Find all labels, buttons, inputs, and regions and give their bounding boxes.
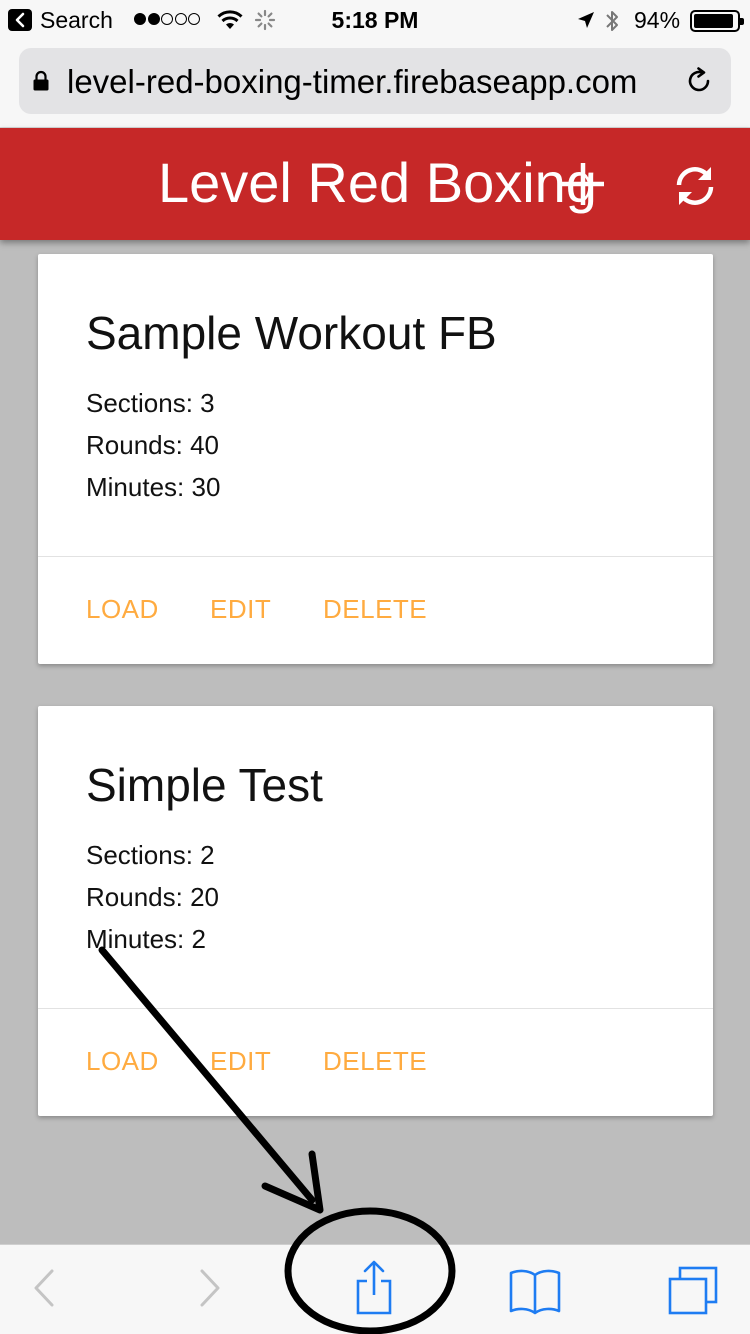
workout-card: Sample Workout FB Sections: 3 Rounds: 40… [38,254,713,664]
workout-rounds: Rounds: 40 [86,430,219,460]
status-bar: Search 5:18 PM 94% [0,0,750,40]
load-button[interactable]: LOAD [86,1044,159,1078]
url-text[interactable]: level-red-boxing-timer.firebaseapp.com [67,62,671,102]
delete-button[interactable]: DELETE [323,1044,427,1078]
browser-toolbar [0,1244,750,1334]
bluetooth-icon [604,8,620,39]
edit-button[interactable]: EDIT [210,592,271,626]
workout-title: Simple Test [86,759,323,811]
address-bar[interactable]: level-red-boxing-timer.firebaseapp.com [19,48,731,114]
tabs-icon[interactable] [666,1265,720,1322]
add-workout-button[interactable] [560,159,606,209]
add-icon [562,163,604,205]
workout-title: Sample Workout FB [86,307,497,359]
workout-card: Simple Test Sections: 2 Rounds: 20 Minut… [38,706,713,1116]
app-title: Level Red Boxing [158,151,597,214]
battery-percent: 94% [634,7,681,33]
delete-button[interactable]: DELETE [323,592,427,626]
location-icon [576,10,596,35]
battery-icon [690,10,744,32]
workout-sections: Sections: 3 [86,388,215,418]
share-icon[interactable] [352,1259,396,1322]
lock-icon [32,70,50,97]
load-button[interactable]: LOAD [86,592,159,626]
workout-minutes: Minutes: 2 [86,924,206,954]
workout-rounds: Rounds: 20 [86,882,219,912]
app-header: Level Red Boxing [0,128,750,240]
back-icon[interactable] [30,1263,58,1318]
workout-minutes: Minutes: 30 [86,472,221,502]
card-divider [38,556,713,557]
annotation-arrowhead [261,1150,324,1214]
browser-address-area: level-red-boxing-timer.firebaseapp.com [0,40,750,128]
reload-icon[interactable] [685,66,715,101]
card-divider [38,1008,713,1009]
edit-button[interactable]: EDIT [210,1044,271,1078]
bookmarks-icon[interactable] [508,1267,562,1320]
sync-button[interactable] [670,161,720,211]
workout-sections: Sections: 2 [86,840,215,870]
battery-level [694,14,733,28]
sync-icon [676,167,714,205]
forward-icon[interactable] [196,1263,224,1318]
